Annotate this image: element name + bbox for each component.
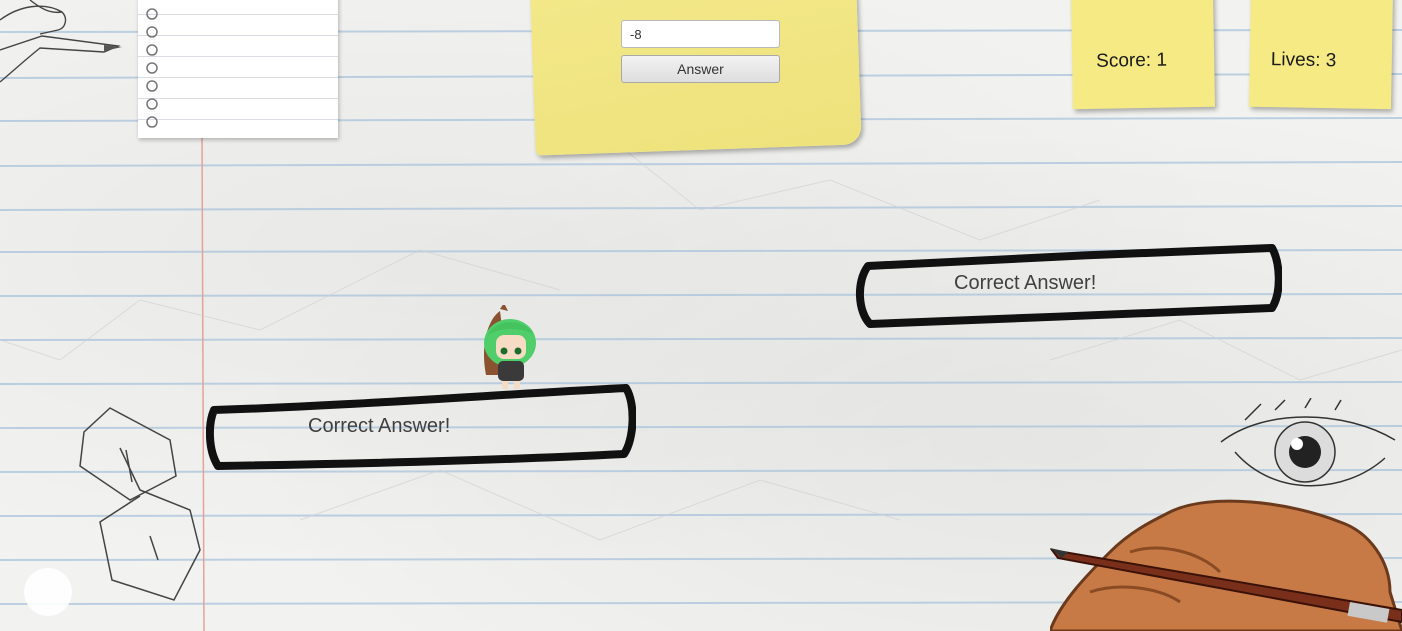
platform-answer-label: Correct Answer! [308,415,451,437]
player-character-icon[interactable] [474,305,544,397]
answer-button[interactable]: Answer [621,55,780,83]
lives-label: Lives: 3 [1270,49,1337,72]
answer-input[interactable] [621,20,780,48]
notebook-paper-scrap [138,0,338,138]
score-sticky-note: Score: 1 [1070,0,1216,110]
lives-sticky-note: Lives: 3 [1248,0,1394,110]
eye-doodle-icon [1220,398,1396,487]
platform-answer-label: Correct Answer! [954,272,1097,294]
answer-platform[interactable]: Correct Answer! [854,242,1283,328]
number-eight-doodle-icon [79,407,201,601]
game-canvas: Answer Score: 1 Lives: 3 Correct Answer!… [0,0,1402,631]
score-label: Score: 1 [1096,49,1168,72]
spiral-rings [146,8,158,128]
pencil-hand-icon [0,0,122,83]
hand-holding-pencil-icon [1050,499,1402,631]
answer-platform[interactable]: Correct Answer! [205,384,637,472]
